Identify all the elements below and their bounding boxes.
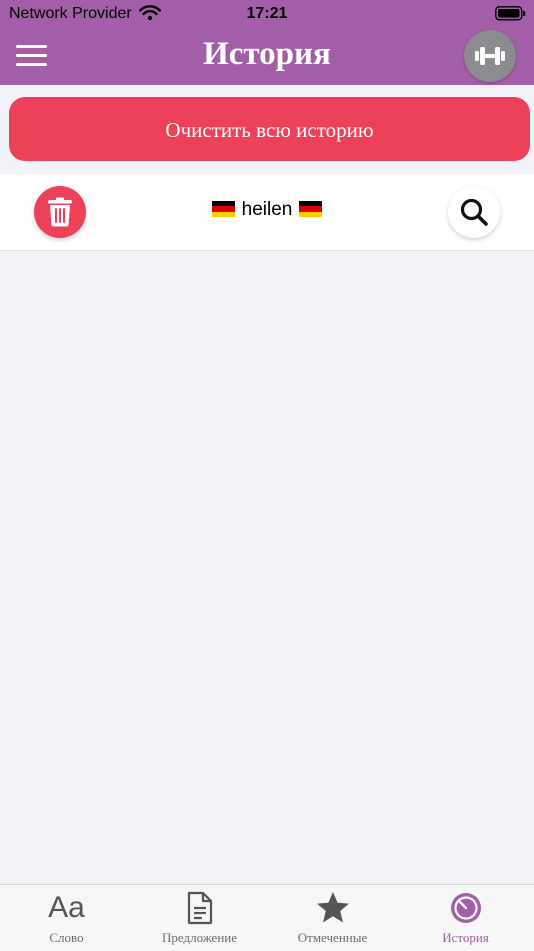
search-button[interactable]	[448, 186, 500, 238]
star-icon	[266, 890, 399, 926]
tab-word[interactable]: Aa Слово	[0, 885, 133, 951]
tab-starred[interactable]: Отмеченные	[266, 885, 399, 951]
german-flag-icon	[211, 201, 235, 217]
page-title: История	[203, 36, 331, 72]
search-icon	[460, 198, 488, 226]
tab-label: Слово	[49, 930, 84, 945]
history-row: heilen	[0, 174, 534, 251]
tab-label: Отмеченные	[297, 930, 368, 945]
word-text: heilen	[241, 199, 293, 220]
dumbbell-icon	[475, 47, 505, 65]
tab-sentence[interactable]: Предложение	[133, 885, 266, 951]
text-aa-icon: Aa	[48, 891, 85, 924]
history-clock-icon	[399, 890, 532, 926]
document-icon	[133, 890, 266, 926]
battery-icon	[495, 6, 526, 26]
tab-label: Предложение	[161, 930, 238, 945]
navigation-bar: История	[0, 28, 534, 85]
tab-history[interactable]: История	[399, 885, 532, 951]
clear-history-button[interactable]: Очистить всю историю	[9, 97, 530, 161]
clock-label: 17:21	[246, 5, 288, 22]
training-button[interactable]	[464, 30, 516, 82]
tab-bar: Aa Слово Предложение Отмеченные История	[0, 884, 534, 951]
status-bar: Network Provider 17:21	[0, 0, 534, 28]
german-flag-icon	[299, 201, 323, 217]
tab-label: История	[442, 930, 489, 945]
